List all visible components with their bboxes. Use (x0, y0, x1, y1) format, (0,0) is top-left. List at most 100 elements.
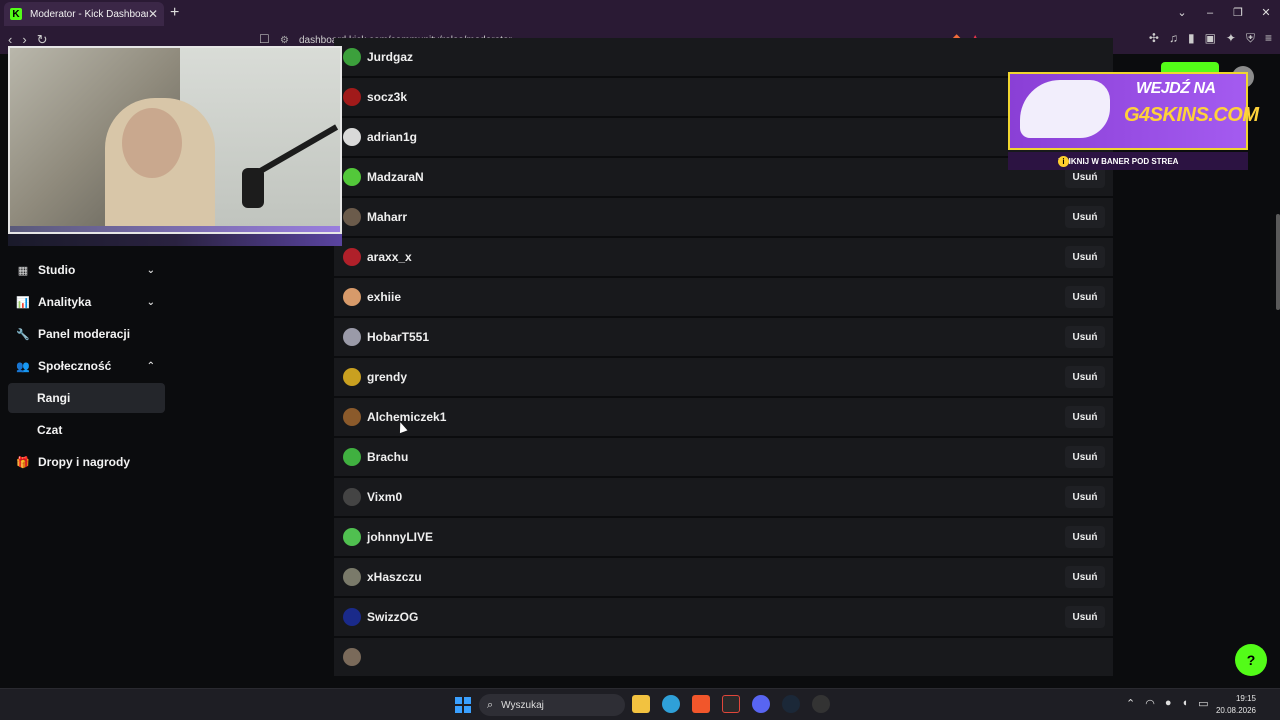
moderator-username[interactable]: Maharr (367, 210, 407, 224)
sidebar-item-drops-rewards[interactable]: 🎁 Dropy i nagrody (8, 447, 165, 477)
moderator-username[interactable]: SwizzOG (367, 610, 418, 624)
moderator-username[interactable]: socz3k (367, 90, 407, 104)
webcam-bottom-bar (10, 226, 340, 232)
users-icon: 👥 (16, 360, 30, 373)
webcam-overlay (8, 46, 342, 234)
mic-tray-icon[interactable]: ● (1165, 697, 1172, 710)
vpn-icon[interactable]: ⛨ (1246, 31, 1255, 46)
sidebar-item-moderation-panel[interactable]: 🔧 Panel moderacji (8, 319, 165, 349)
moderator-username[interactable]: Alchemiczek1 (367, 410, 446, 424)
battery-icon[interactable]: ▭ (1198, 697, 1208, 710)
avatar (343, 288, 361, 306)
extension-icons: ✣ ♫ ▮ ▣ ✦ ⛨ ≡ (1149, 31, 1272, 46)
moderator-username[interactable]: Vixm0 (367, 490, 402, 504)
moderator-row: grendy Usuń (334, 358, 1113, 396)
webcam-strip (8, 234, 342, 246)
ad-subline: KLIKNIJ W BANER POD STREA (1008, 152, 1248, 170)
avatar (343, 208, 361, 226)
browser-tab[interactable]: K Moderator - Kick Dashboard ✕ (4, 2, 164, 26)
remove-moderator-button[interactable]: Usuń (1065, 526, 1105, 548)
minimize-button[interactable]: – (1196, 0, 1224, 26)
gift-icon: 🎁 (16, 456, 30, 469)
remove-moderator-button[interactable]: Usuń (1065, 206, 1105, 228)
g4skins-ad-banner[interactable]: WEJDŹ NA G4SKINS.COM KLIKNIJ W BANER POD… (1006, 66, 1268, 176)
sidebar-item-studio[interactable]: ▦ Studio ⌄ (8, 255, 165, 285)
remove-moderator-button[interactable]: Usuń (1065, 566, 1105, 588)
menu-icon[interactable]: ≡ (1265, 31, 1272, 46)
wallet-icon[interactable]: ▣ (1205, 31, 1216, 46)
moderator-row: adrian1g Usuń (334, 118, 1113, 156)
tab-close-icon[interactable]: ✕ (148, 7, 158, 21)
remove-moderator-button[interactable]: Usuń (1065, 406, 1105, 428)
brave-icon[interactable] (692, 695, 710, 713)
taskbar-search[interactable]: ⌕ Wyszukaj (479, 694, 625, 716)
window-controls: ⌄ – ❐ ✕ (1168, 0, 1280, 26)
avatar (343, 168, 361, 186)
remove-moderator-button[interactable]: Usuń (1065, 446, 1105, 468)
moderator-row: Maharr Usuń (334, 198, 1113, 236)
site-info-icon[interactable]: ⚙ (280, 35, 289, 46)
moderator-row: johnnyLIVE Usuń (334, 518, 1113, 556)
remove-moderator-button[interactable]: Usuń (1065, 326, 1105, 348)
moderator-row: Jurdgaz (334, 38, 1113, 76)
ad-headline: WEJDŹ NA (1136, 80, 1216, 97)
moderator-username[interactable]: Brachu (367, 450, 408, 464)
discord-icon[interactable] (752, 695, 770, 713)
remove-moderator-button[interactable]: Usuń (1065, 286, 1105, 308)
moderator-username[interactable]: grendy (367, 370, 407, 384)
page-scrollbar[interactable] (1276, 214, 1280, 310)
remove-moderator-button[interactable]: Usuń (1065, 246, 1105, 268)
remove-moderator-button[interactable]: Usuń (1065, 366, 1105, 388)
clock-date: 20.08.2026 (1215, 706, 1256, 715)
new-tab-button[interactable]: + (170, 4, 179, 22)
extensions-icon[interactable]: ✣ (1149, 31, 1159, 46)
sidebar-item-chat[interactable]: Czat (8, 415, 165, 445)
moderator-row (334, 638, 1113, 676)
moderator-username[interactable]: exhiie (367, 290, 401, 304)
chevron-down-icon: ⌄ (146, 264, 155, 276)
remove-moderator-button[interactable]: Usuń (1065, 606, 1105, 628)
help-chat-button[interactable]: ? (1235, 644, 1267, 676)
clock-time: 19:15 (1235, 694, 1256, 703)
terminal-app-icon[interactable] (722, 695, 740, 713)
taskbar-apps (632, 695, 830, 713)
sidebar-item-label: Analityka (38, 295, 92, 309)
avatar (343, 128, 361, 146)
moderator-username[interactable]: araxx_x (367, 250, 412, 264)
bookmark-icon[interactable]: ☐ (259, 32, 270, 46)
edge-icon[interactable] (662, 695, 680, 713)
sidebar-item-analytics[interactable]: 📊 Analityka ⌄ (8, 287, 165, 317)
moderator-username[interactable]: johnnyLIVE (367, 530, 433, 544)
wifi-icon[interactable]: ◠ (1145, 697, 1155, 710)
moderator-list: Jurdgaz socz3k adrian1g Usuń MadzaraN Us… (334, 38, 1113, 688)
avatar (343, 48, 361, 66)
moderator-username[interactable]: Jurdgaz (367, 50, 413, 64)
windows-start-icon[interactable] (455, 697, 471, 713)
close-window-button[interactable]: ✕ (1252, 0, 1280, 26)
maximize-button[interactable]: ❐ (1224, 0, 1252, 26)
steam-icon[interactable] (782, 695, 800, 713)
browser-tabstrip: K Moderator - Kick Dashboard ✕ + ⌄ – ❐ ✕ (0, 0, 1280, 26)
remove-moderator-button[interactable]: Usuń (1065, 486, 1105, 508)
moderator-username[interactable]: xHaszczu (367, 570, 422, 584)
moderator-username[interactable]: adrian1g (367, 130, 417, 144)
obs-icon[interactable] (812, 695, 830, 713)
leo-ai-icon[interactable]: ✦ (1226, 31, 1236, 46)
moderator-row: Vixm0 Usuń (334, 478, 1113, 516)
moderator-username[interactable]: MadzaraN (367, 170, 424, 184)
volume-icon[interactable]: ◖ (1181, 697, 1188, 710)
tab-list-chevron-icon[interactable]: ⌄ (1168, 0, 1196, 26)
moderator-username[interactable]: HobarT551 (367, 330, 429, 344)
wrench-icon: 🔧 (16, 328, 30, 341)
moderator-row: Alchemiczek1 Usuń (334, 398, 1113, 436)
tray-chevron-icon[interactable]: ⌃ (1126, 697, 1135, 710)
avatar (343, 368, 361, 386)
sidebar-item-roles[interactable]: Rangi (8, 383, 165, 413)
file-explorer-icon[interactable] (632, 695, 650, 713)
media-icon[interactable]: ♫ (1169, 31, 1178, 46)
taskbar-clock[interactable]: 19:15 20.08.2026 (1216, 693, 1256, 717)
sidebar-toggle-icon[interactable]: ▮ (1188, 31, 1195, 46)
windows-taskbar: ⌕ Wyszukaj ⌃ ◠ ● ◖ ▭ 19:15 20.08.2026 (0, 688, 1280, 720)
sidebar-item-community[interactable]: 👥 Społeczność ⌃ (8, 351, 165, 381)
avatar (343, 248, 361, 266)
